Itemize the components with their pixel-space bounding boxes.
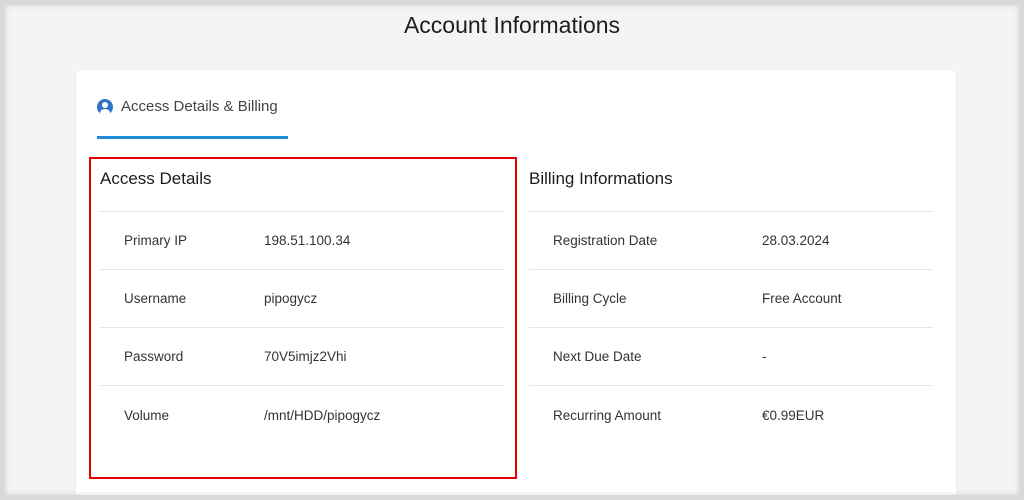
access-row-primary-ip: Primary IP 198.51.100.34	[100, 212, 504, 270]
row-value: 70V5imjz2Vhi	[264, 349, 347, 364]
user-circle-icon	[97, 99, 113, 115]
billing-row-next-due-date: Next Due Date -	[529, 328, 933, 386]
row-label: Recurring Amount	[553, 407, 662, 423]
row-value: 28.03.2024	[762, 233, 830, 248]
access-details-title: Access Details	[100, 160, 504, 212]
row-value: Free Account	[762, 291, 842, 306]
row-label: Next Due Date	[553, 349, 642, 364]
row-label: Username	[124, 291, 187, 306]
access-row-volume: Volume /mnt/HDD/pipogycz	[100, 386, 504, 444]
row-label: Billing Cycle	[553, 291, 627, 306]
billing-row-recurring-amount: Recurring Amount €0.99EUR	[529, 386, 933, 444]
tab-access-details-billing[interactable]: Access Details & Billing	[97, 98, 288, 139]
billing-informations-title: Billing Informations	[529, 160, 933, 212]
access-row-password: Password 70V5imjz2Vhi	[100, 328, 504, 386]
access-row-username: Username pipogycz	[100, 270, 504, 328]
row-value: -	[762, 349, 767, 364]
billing-informations-section: Billing Informations Registration Date 2…	[529, 160, 933, 444]
billing-row-registration-date: Registration Date 28.03.2024	[529, 212, 933, 270]
row-value: 198.51.100.34	[264, 233, 351, 248]
row-value: €0.99EUR	[762, 407, 825, 423]
billing-row-billing-cycle: Billing Cycle Free Account	[529, 270, 933, 328]
row-value: pipogycz	[264, 291, 318, 306]
page-title: Account Informations	[403, 12, 621, 38]
row-label: Volume	[124, 407, 170, 423]
access-details-section: Access Details Primary IP 198.51.100.34 …	[100, 160, 504, 444]
row-value: /mnt/HDD/pipogycz	[264, 407, 381, 423]
active-tab-indicator	[97, 136, 288, 139]
row-label: Password	[124, 349, 184, 364]
row-label: Primary IP	[124, 233, 188, 248]
tab-label: Access Details & Billing	[121, 98, 278, 115]
row-label: Registration Date	[553, 233, 658, 248]
